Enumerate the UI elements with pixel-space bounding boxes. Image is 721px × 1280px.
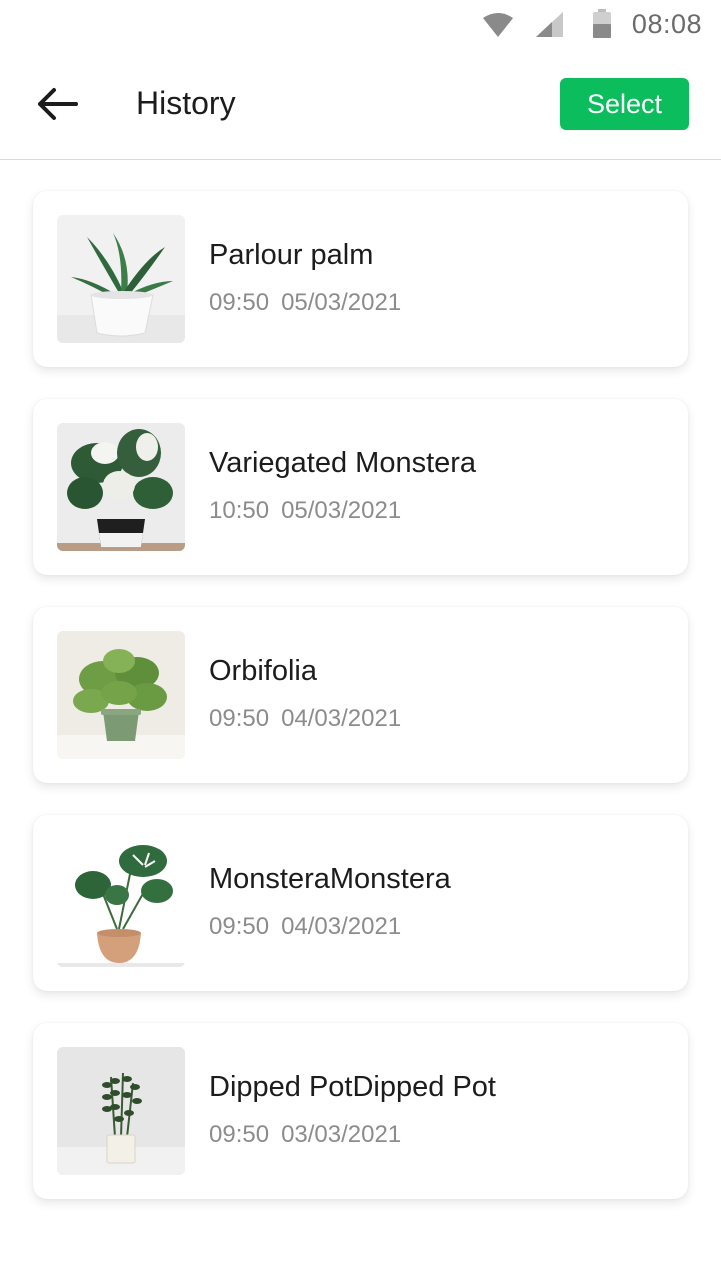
arrow-left-icon: [38, 88, 78, 120]
plant-name: MonsteraMonstera: [209, 863, 451, 895]
scan-time: 09:50: [209, 289, 270, 316]
status-bar: 08:08: [0, 0, 721, 50]
app-bar: History Select: [0, 50, 721, 160]
plant-name: Dipped PotDipped Pot: [209, 1071, 496, 1103]
wifi-icon: [483, 13, 513, 37]
history-item[interactable]: Parlour palm 09:50 05/03/2021: [33, 191, 688, 367]
scan-time: 10:50: [209, 497, 270, 524]
variegated-monstera-photo: [57, 423, 185, 551]
plant-name: Parlour palm: [209, 239, 374, 271]
scan-date: 04/03/2021: [281, 705, 402, 732]
history-item[interactable]: MonsteraMonstera 09:50 04/03/2021: [33, 815, 688, 991]
history-item[interactable]: Orbifolia 09:50 04/03/2021: [33, 607, 688, 783]
dipped-pot-photo: [57, 1047, 185, 1175]
plant-name: Orbifolia: [209, 655, 317, 687]
history-list: Parlour palm 09:50 05/03/2021 Variegated …: [33, 191, 688, 1231]
plant-timestamp: 09:50 03/03/2021: [209, 1121, 401, 1149]
scan-date: 04/03/2021: [281, 913, 402, 940]
back-button[interactable]: [30, 80, 86, 128]
scan-time: 09:50: [209, 913, 270, 940]
scan-time: 09:50: [209, 705, 270, 732]
scan-date: 05/03/2021: [281, 289, 402, 316]
monstera-photo: [57, 839, 185, 967]
plant-timestamp: 09:50 05/03/2021: [209, 289, 401, 317]
select-button[interactable]: Select: [560, 78, 689, 130]
plant-name: Variegated Monstera: [209, 447, 477, 479]
history-item[interactable]: Variegated Monstera 10:50 05/03/2021: [33, 399, 688, 575]
status-time: 08:08: [631, 9, 702, 39]
plant-timestamp: 09:50 04/03/2021: [209, 913, 401, 941]
scan-time: 09:50: [209, 1121, 270, 1148]
page-title: History: [136, 85, 236, 121]
plant-timestamp: 10:50 05/03/2021: [209, 497, 401, 525]
history-item[interactable]: Dipped PotDipped Pot 09:50 03/03/2021: [33, 1023, 688, 1199]
plant-timestamp: 09:50 04/03/2021: [209, 705, 401, 733]
battery-icon: [593, 9, 611, 38]
parlour-palm-photo: [57, 215, 185, 343]
scan-date: 03/03/2021: [281, 1121, 402, 1148]
cellular-signal-icon: [536, 12, 563, 37]
orbifolia-photo: [57, 631, 185, 759]
scan-date: 05/03/2021: [281, 497, 402, 524]
